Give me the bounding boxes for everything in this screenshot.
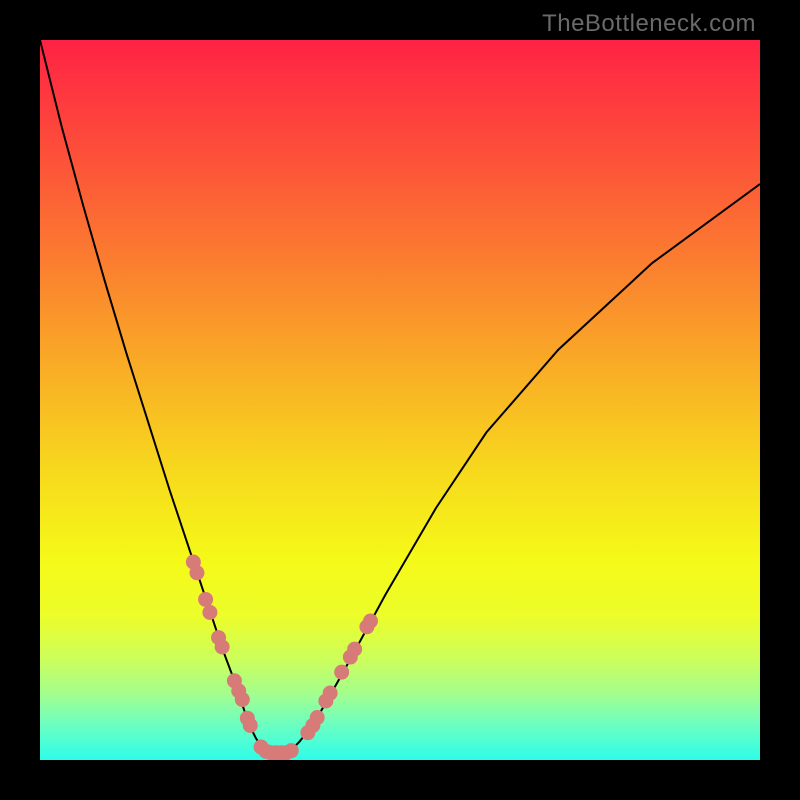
bead-marker [202, 605, 217, 620]
bead-marker [323, 686, 338, 701]
bead-marker [235, 692, 250, 707]
bead-marker [334, 665, 349, 680]
chart-container: TheBottleneck.com [0, 0, 800, 800]
bead-marker [363, 614, 378, 629]
bottleneck-curve [40, 40, 760, 753]
plot-area [40, 40, 760, 760]
watermark-text: TheBottleneck.com [542, 10, 756, 38]
bead-marker [215, 639, 230, 654]
bead-marker [284, 743, 299, 758]
curve-layer [40, 40, 760, 760]
bead-marker [347, 642, 362, 657]
bead-markers [186, 555, 378, 761]
bead-marker [189, 565, 204, 580]
bead-marker [198, 592, 213, 607]
bead-marker [243, 718, 258, 733]
bead-marker [310, 710, 325, 725]
